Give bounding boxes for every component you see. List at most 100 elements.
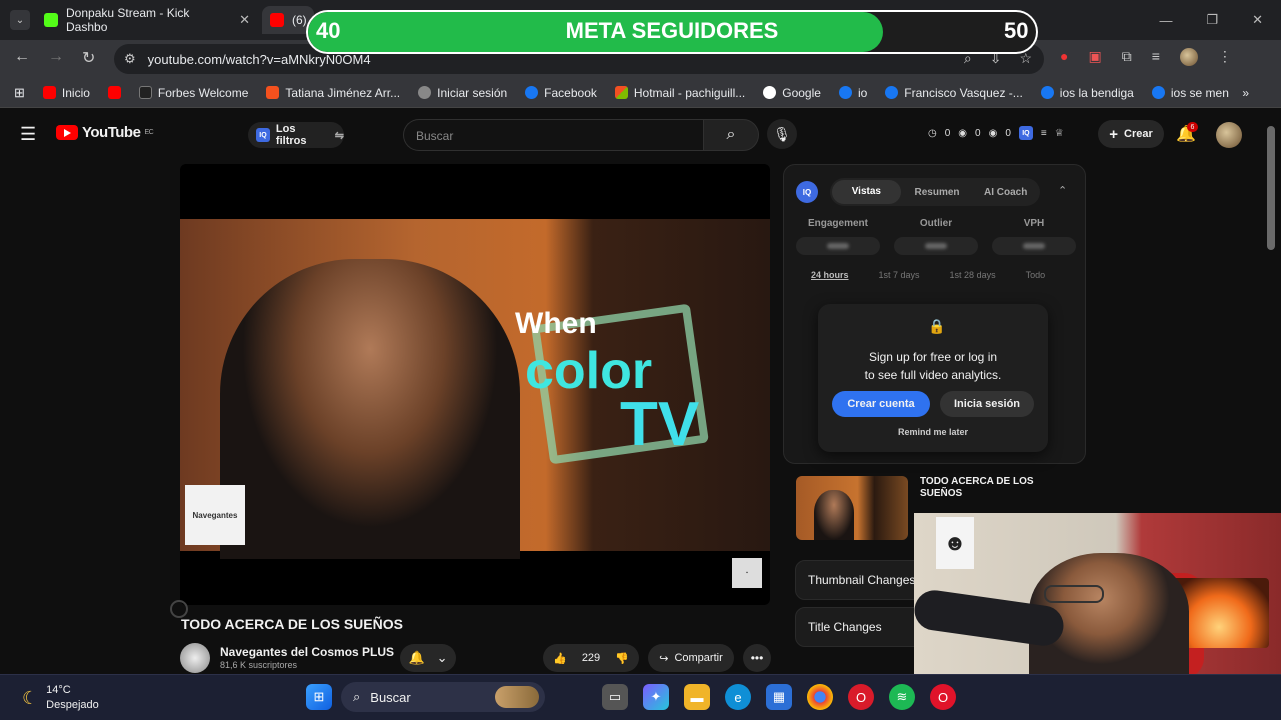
range-first-28-days[interactable]: 1st 28 days — [950, 270, 996, 280]
search-input[interactable]: Buscar — [403, 119, 703, 151]
extension-badge-icon[interactable]: ▣ — [1088, 48, 1101, 66]
tab-kick-dashboard[interactable]: Donpaku Stream - Kick Dashbo ✕ — [36, 6, 258, 34]
youtube-logo[interactable]: YouTube EC — [56, 124, 154, 141]
more-actions-button[interactable]: ••• — [743, 644, 771, 672]
bookmark-item[interactable]: Iniciar sesión — [418, 86, 507, 100]
mask-poster-icon: ☻ — [936, 517, 974, 569]
search-icon: ⌕ — [353, 689, 361, 704]
range-all[interactable]: Todo — [1026, 270, 1046, 280]
remind-later-link[interactable]: Remind me later — [818, 427, 1048, 437]
opera-gx-icon[interactable]: O — [848, 684, 874, 710]
voice-search-button[interactable]: 🎙 — [767, 119, 797, 149]
share-button[interactable]: ↪ Compartir — [648, 644, 734, 672]
close-window-icon[interactable]: ✕ — [1252, 12, 1263, 28]
chevron-down-icon: ⌄ — [436, 650, 448, 665]
spotify-icon[interactable]: ≋ — [889, 684, 915, 710]
microsoft-icon — [614, 86, 628, 99]
iq-icon[interactable]: IQ — [1018, 126, 1033, 140]
like-dislike-group[interactable]: 👍 229 👎 — [543, 644, 639, 672]
bookmark-item[interactable]: Hotmail - pachiguill... — [614, 86, 745, 100]
back-icon[interactable]: ← — [14, 48, 30, 66]
file-explorer-icon[interactable]: ▬ — [684, 684, 710, 710]
metrics-row: Engagement Outlier VPH — [796, 218, 1076, 255]
bookmark-item[interactable]: io — [838, 86, 867, 100]
bookmark-item[interactable]: Forbes Welcome — [138, 86, 248, 100]
tab-resumen[interactable]: Resumen — [903, 187, 972, 198]
metric-engagement: Engagement — [796, 218, 880, 255]
opera-icon[interactable]: O — [930, 684, 956, 710]
subscriber-count: 81,6 K suscriptores — [220, 660, 298, 670]
related-video-title[interactable]: TODO ACERCA DE LOS SUEÑOS — [920, 476, 1060, 500]
hamburger-menu-icon[interactable]: ☰ — [20, 124, 36, 145]
related-video-thumbnail[interactable] — [796, 476, 908, 540]
more-bookmarks-icon[interactable]: » — [1242, 86, 1249, 100]
forward-icon[interactable]: → — [48, 48, 64, 66]
task-view-icon[interactable]: ▭ — [602, 684, 628, 710]
reload-icon[interactable]: ↻ — [82, 48, 95, 68]
video-host-figure — [220, 259, 520, 559]
bookmark-item[interactable]: ios se men — [1151, 86, 1229, 100]
trophy-icon[interactable]: ♕ — [1055, 128, 1064, 139]
thumbs-down-icon[interactable]: 👎 — [615, 652, 629, 665]
thumbs-up-icon[interactable]: 👍 — [553, 652, 567, 665]
collapse-icon[interactable]: ⌃ — [1058, 184, 1067, 197]
create-button[interactable]: + Crear — [1098, 120, 1164, 148]
subscription-bell-button[interactable]: 🔔 ⌄ — [400, 644, 456, 672]
account-avatar[interactable] — [1216, 122, 1242, 148]
tab-vistas[interactable]: Vistas — [832, 180, 901, 204]
temperature: 14°C — [46, 684, 71, 696]
facebook-icon — [525, 86, 539, 99]
site-info-icon[interactable]: ⚙ — [124, 51, 136, 67]
copilot-icon[interactable]: ✦ — [643, 684, 669, 710]
apps-grid-icon[interactable]: ⊞ — [14, 85, 25, 101]
chrome-icon[interactable] — [807, 684, 833, 710]
filters-button[interactable]: IQ Los filtros ⇋ — [248, 122, 344, 148]
youtube-icon — [107, 86, 121, 99]
profile-avatar[interactable] — [1179, 48, 1198, 66]
window-controls: — ❐ ✕ — [1159, 0, 1281, 40]
range-24-hours[interactable]: 24 hours — [811, 270, 849, 280]
bookmark-item[interactable]: Inicio — [42, 86, 90, 100]
tab-search-button[interactable]: ⌄ — [10, 10, 30, 30]
store-icon[interactable]: ▦ — [766, 684, 792, 710]
restore-icon[interactable]: ❐ — [1206, 12, 1218, 28]
bookmark-item[interactable]: Facebook — [525, 86, 597, 100]
bookmark-item[interactable]: Tatiana Jiménez Arr... — [266, 86, 400, 100]
channel-name[interactable]: Navegantes del Cosmos PLUS — [220, 645, 394, 659]
bell-icon: 🔔 — [408, 650, 425, 665]
facebook-icon — [885, 86, 899, 99]
tab-ai-coach[interactable]: AI Coach — [971, 187, 1040, 198]
list-icon[interactable]: ≡ — [1041, 128, 1047, 139]
range-first-7-days[interactable]: 1st 7 days — [879, 270, 920, 280]
weather-widget[interactable]: ☾ 14°C Despejado — [22, 683, 99, 713]
edge-icon[interactable]: e — [725, 684, 751, 710]
mic-icon: 🎙 — [773, 125, 791, 142]
bookmark-item[interactable]: Francisco Vasquez -... — [885, 86, 1023, 100]
extensions-puzzle-icon[interactable]: ⧉ — [1122, 48, 1132, 66]
bookmark-item[interactable]: Google — [763, 86, 821, 100]
login-button[interactable]: Inicia sesión — [940, 391, 1034, 417]
page-scrollbar[interactable] — [1267, 126, 1275, 250]
video-player[interactable]: When color TV Navegantes ▪ — [180, 164, 770, 605]
extension-red-icon[interactable]: ● — [1060, 48, 1068, 66]
clock-icon: ◷ — [928, 127, 937, 139]
close-icon[interactable]: ✕ — [239, 12, 250, 28]
search-icon: ⌕ — [726, 126, 736, 143]
menu-icon[interactable]: ⋮ — [1218, 48, 1232, 66]
search-button[interactable]: ⌕ — [703, 119, 759, 151]
search-highlight-image — [495, 686, 539, 708]
taskbar-search[interactable]: ⌕ Buscar — [341, 682, 545, 712]
minimize-icon[interactable]: — — [1159, 13, 1172, 28]
channel-avatar[interactable] — [180, 643, 210, 673]
corner-watermark-logo[interactable]: ▪ — [732, 558, 762, 588]
weather-condition: Despejado — [46, 699, 99, 711]
media-control-icon[interactable]: ≡ — [1152, 48, 1160, 66]
more-icon: ••• — [750, 651, 764, 665]
webcam-overlay: ☻ — [914, 513, 1281, 678]
share-icon: ↪ — [659, 652, 669, 665]
create-account-button[interactable]: Crear cuenta — [832, 391, 930, 417]
analytics-tabs: Vistas Resumen AI Coach — [830, 178, 1040, 206]
bookmark-item[interactable] — [107, 86, 121, 99]
windows-start-icon[interactable]: ⊞ — [306, 684, 332, 710]
bookmark-item[interactable]: ios la bendiga — [1040, 86, 1134, 100]
